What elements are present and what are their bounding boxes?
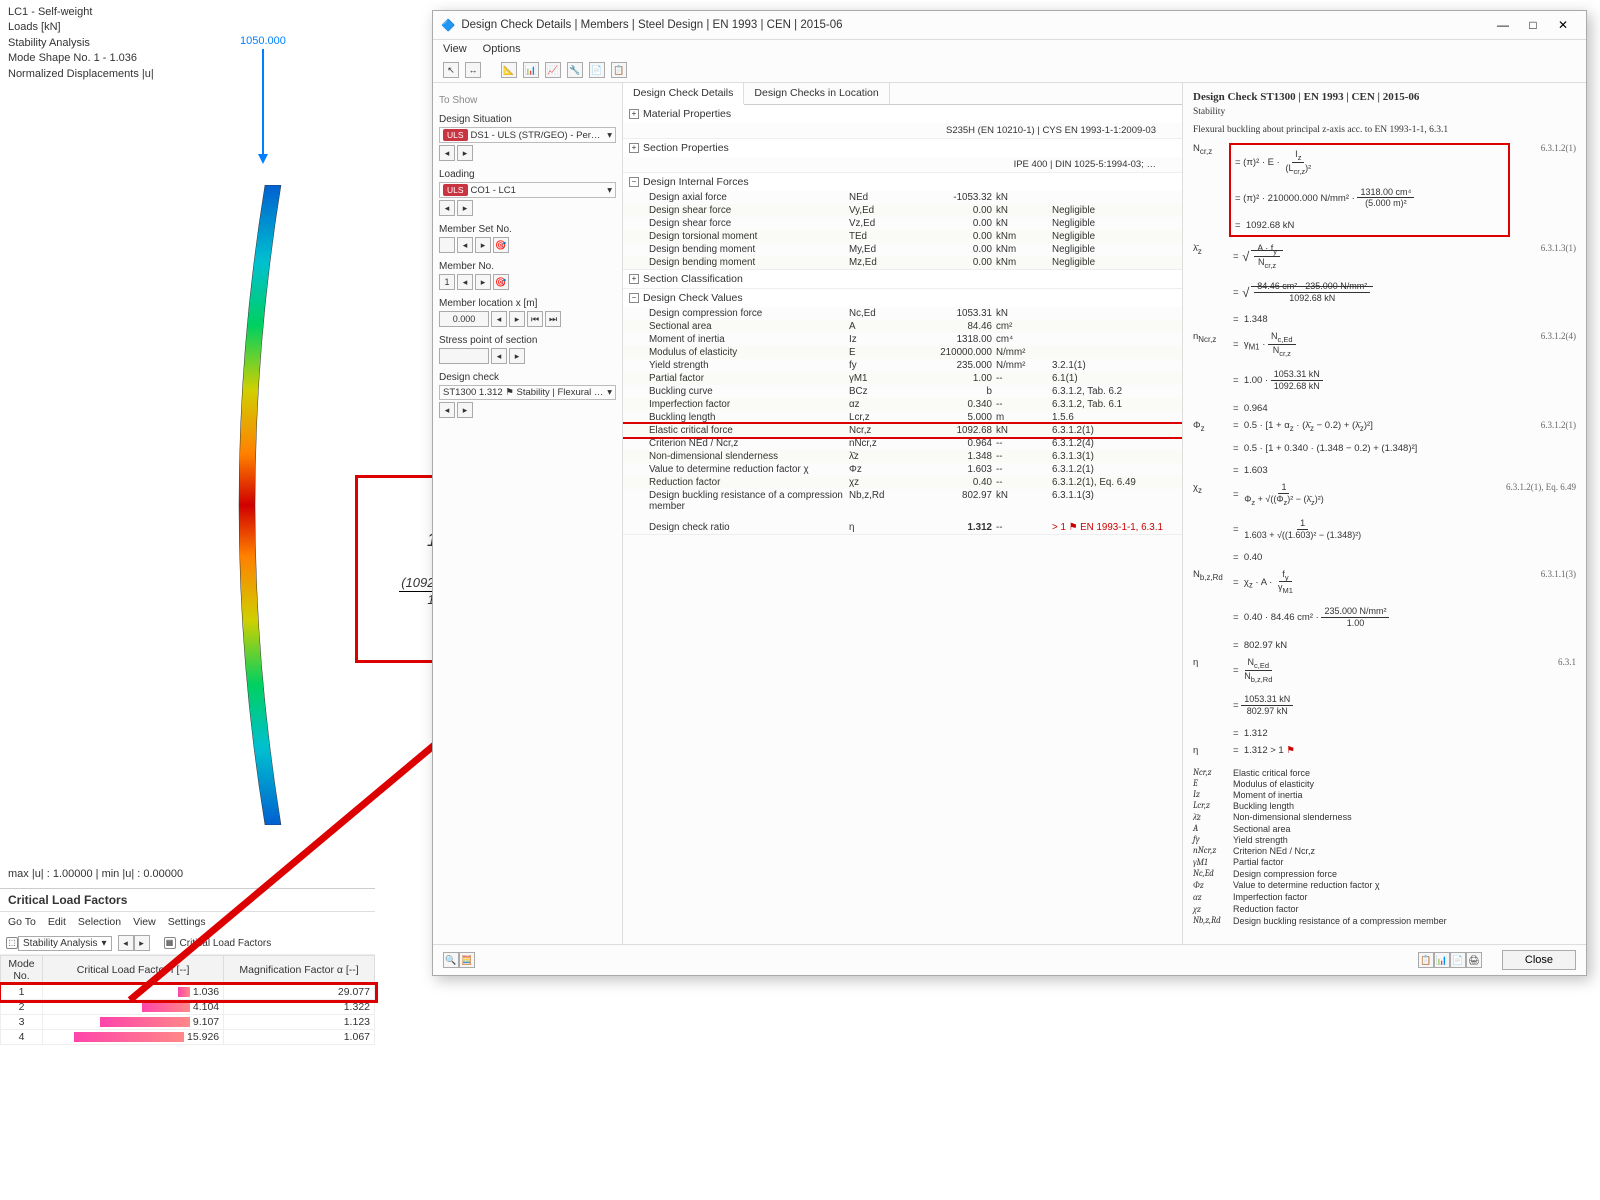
value-row: Design compression forceNc,Ed1053.31kN [623, 307, 1182, 320]
prev-button[interactable]: ◂ [439, 200, 455, 216]
tool-icon[interactable]: 📋 [611, 62, 627, 78]
value-row: Design axial forceNEd-1053.32kN [623, 191, 1182, 204]
app-icon: 🔷 [441, 18, 455, 32]
value-row: Buckling curveBCzb6.3.1.2, Tab. 6.2 [623, 385, 1182, 398]
search-icon[interactable]: 🔍 [443, 952, 459, 968]
dialog-menubar[interactable]: ViewOptions [433, 40, 1586, 58]
design-situation-dropdown[interactable]: ULSDS1 - ULS (STR/GEO) - Perman…▾ [439, 127, 616, 143]
value-row: Buckling lengthLcr,z5.000m1.5.6 [623, 411, 1182, 424]
tool-icon[interactable]: ↔ [465, 62, 481, 78]
close-button[interactable]: Close [1502, 950, 1576, 970]
value-row: Criterion NEd / Ncr,znNcr,z0.964--6.3.1.… [623, 437, 1182, 450]
value-row: Design torsional momentTEd0.00kNmNegligi… [623, 230, 1182, 243]
tool-icon[interactable]: 📐 [501, 62, 517, 78]
value-row: Design shear forceVz,Ed0.00kNNegligible [623, 217, 1182, 230]
value-row: Partial factorγM11.00--6.1(1) [623, 372, 1182, 385]
value-row: Yield strengthfy235.000N/mm²3.2.1(1) [623, 359, 1182, 372]
value-row: Modulus of elasticityE210000.000N/mm² [623, 346, 1182, 359]
dialog-toolbar[interactable]: ↖ ↔ 📐 📊 📈 🔧 📄 📋 [433, 58, 1586, 83]
model-info: LC1 - Self-weight Loads [kN] Stability A… [8, 5, 154, 82]
dialog-footer: 🔍 🧮 📋 📊 📄 🖨 Close [433, 944, 1586, 975]
tool-icon[interactable]: 📈 [545, 62, 561, 78]
dialog-title: Design Check Details | Members | Steel D… [461, 19, 842, 31]
design-check-dropdown[interactable]: ST1300 1.312 ⚑ Stability | Flexural …▾ [439, 385, 616, 400]
side-panel: To Show Design Situation ULSDS1 - ULS (S… [433, 83, 623, 944]
value-row: Reduction factorχz0.40--6.3.1.2(1), Eq. … [623, 476, 1182, 489]
dialog-titlebar[interactable]: 🔷 Design Check Details | Members | Steel… [433, 11, 1586, 40]
prev-button[interactable]: ◂ [439, 145, 455, 161]
tool-icon[interactable]: 📄 [589, 62, 605, 78]
tool-icon[interactable]: 📋 [1418, 952, 1434, 968]
tool-icon[interactable]: 📊 [1434, 952, 1450, 968]
field[interactable] [439, 237, 455, 253]
clf-row[interactable]: 4 15.9261.067 [1, 1030, 375, 1045]
clf-analysis-dropdown[interactable]: Stability Analysis ▾ [18, 936, 112, 951]
formula-panel: Design Check ST1300 | EN 1993 | CEN | 20… [1183, 83, 1586, 944]
design-check-dialog: 🔷 Design Check Details | Members | Steel… [432, 10, 1587, 976]
tool-icon[interactable]: 🧮 [459, 952, 475, 968]
detail-tabs[interactable]: Design Check DetailsDesign Checks in Loc… [623, 83, 1182, 105]
loading-dropdown[interactable]: ULSCO1 - LC1▾ [439, 182, 616, 198]
value-row: Moment of inertiaIz1318.00cm⁴ [623, 333, 1182, 346]
print-icon[interactable]: 🖨 [1466, 952, 1482, 968]
value-row: Design shear forceVy,Ed0.00kNNegligible [623, 204, 1182, 217]
next-button[interactable]: ▸ [457, 145, 473, 161]
design-check-ratio: Design check ratioη 1.312-- > 1 ⚑ EN 199… [623, 521, 1182, 534]
details-panel: Design Check DetailsDesign Checks in Loc… [623, 83, 1183, 944]
value-row: Imperfection factorαz0.340--6.3.1.2, Tab… [623, 398, 1182, 411]
member-no-field[interactable]: 1 [439, 274, 455, 290]
tool-icon[interactable]: ↖ [443, 62, 459, 78]
maximize-button[interactable]: □ [1518, 15, 1548, 35]
tool-icon[interactable]: 📊 [523, 62, 539, 78]
tool-icon[interactable]: 📄 [1450, 952, 1466, 968]
minimize-button[interactable]: — [1488, 15, 1518, 35]
location-field[interactable]: 0.000 [439, 311, 489, 327]
pick-icon[interactable]: 🎯 [493, 274, 509, 290]
pick-icon[interactable]: 🎯 [493, 237, 509, 253]
value-row: Sectional areaA84.46cm² [623, 320, 1182, 333]
clf-icon: ⬚ [6, 937, 18, 949]
value-row: Value to determine reduction factor χΦz1… [623, 463, 1182, 476]
value-row: Design bending momentMy,Ed0.00kNmNegligi… [623, 243, 1182, 256]
value-row: Design bending momentMz,Ed0.00kNmNegligi… [623, 256, 1182, 269]
tool-icon[interactable]: 🔧 [567, 62, 583, 78]
value-row: Design buckling resistance of a compress… [623, 489, 1182, 513]
ncr-equation: = (π)² · E · Iz(Lcr,z)² = (π)² · 210000.… [1229, 143, 1510, 237]
next-button[interactable]: ▸ [457, 200, 473, 216]
value-row: Non-dimensional slendernessλ̄z1.348--6.3… [623, 450, 1182, 463]
value-row: Elastic critical forceNcr,z1092.68kN6.3.… [623, 424, 1182, 437]
section-header[interactable]: +Material Properties [623, 105, 1182, 123]
load-indicator: 1050.000 [240, 35, 286, 167]
close-button[interactable]: ✕ [1548, 15, 1578, 35]
